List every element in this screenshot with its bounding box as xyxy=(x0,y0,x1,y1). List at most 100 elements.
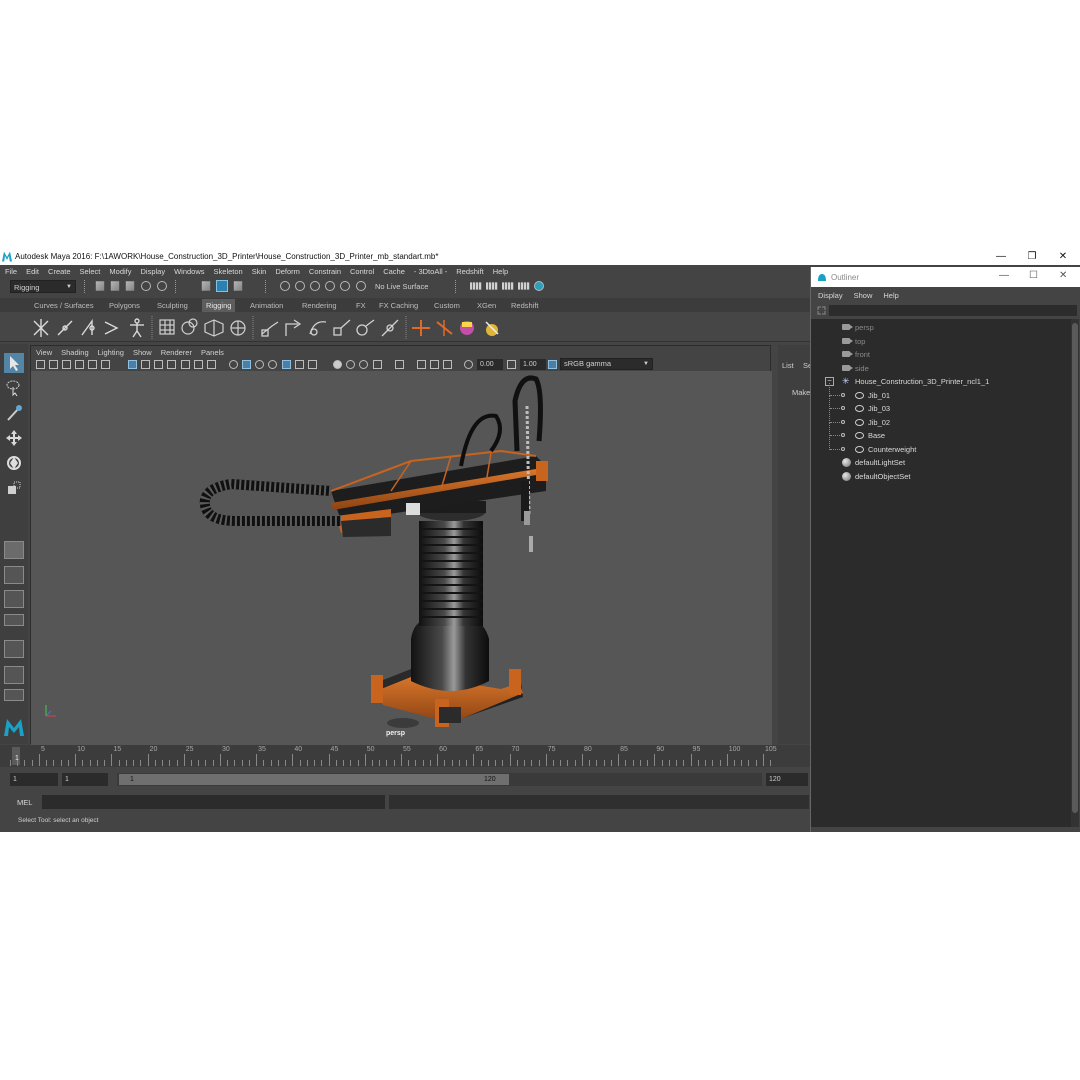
single-perspective-layout-button[interactable] xyxy=(4,541,24,559)
outliner-scrollbar[interactable] xyxy=(1071,319,1079,827)
multisample-aa-icon[interactable] xyxy=(346,360,355,369)
persp-outliner-layout-button[interactable] xyxy=(4,590,24,608)
exposure-field[interactable]: 0.00 xyxy=(477,359,503,370)
menu-skeleton[interactable]: Skeleton xyxy=(214,267,243,276)
gate-mask-icon[interactable] xyxy=(167,360,176,369)
menu-select[interactable]: Select xyxy=(80,267,101,276)
undo-icon[interactable] xyxy=(141,281,151,291)
menu-create[interactable]: Create xyxy=(48,267,71,276)
expand-dot-icon[interactable] xyxy=(841,446,845,451)
outliner-item[interactable]: persp xyxy=(842,321,874,334)
tab-polygons[interactable]: Polygons xyxy=(105,299,144,312)
bookmarks-icon[interactable] xyxy=(62,360,71,369)
new-scene-icon[interactable] xyxy=(95,281,105,291)
perspective-viewport[interactable]: View Shading Lighting Show Renderer Panels xyxy=(30,345,772,745)
expand-all-icon[interactable] xyxy=(817,306,826,315)
outliner-item[interactable]: defaultObjectSet xyxy=(842,470,910,483)
tab-sculpting[interactable]: Sculpting xyxy=(153,299,192,312)
humanik-icon[interactable] xyxy=(130,318,144,338)
outliner-minimize-button[interactable]: — xyxy=(999,270,1009,281)
color-space-dropdown[interactable]: sRGB gamma ▼ xyxy=(560,358,653,370)
redo-icon[interactable] xyxy=(157,281,167,291)
menu-cache[interactable]: Cache xyxy=(383,267,405,276)
use-all-lights-icon[interactable] xyxy=(282,360,291,369)
joint-tool-icon[interactable] xyxy=(33,319,49,337)
select-by-object-icon[interactable] xyxy=(216,280,228,292)
insert-joint-icon[interactable] xyxy=(104,321,119,335)
snap-surface-icon[interactable] xyxy=(340,281,350,291)
minimize-window-button[interactable]: — xyxy=(986,248,1016,265)
render-current-frame-icon[interactable] xyxy=(470,282,482,290)
select-by-component-icon[interactable] xyxy=(233,281,243,291)
grid-toggle-icon[interactable] xyxy=(128,360,137,369)
viewport-menu-show[interactable]: Show xyxy=(133,348,152,357)
gamma-field[interactable]: 1.00 xyxy=(520,359,546,370)
hypershade-icon[interactable] xyxy=(518,282,530,290)
redshift-render-icon[interactable] xyxy=(534,281,544,291)
select-camera-icon[interactable] xyxy=(36,360,45,369)
range-slider-handle[interactable] xyxy=(119,774,509,785)
ipr-render-icon[interactable] xyxy=(486,282,498,290)
outliner-item[interactable]: side xyxy=(842,362,869,375)
outliner-tree[interactable]: persp top front side − ✳ House_Construction_3D… xyxy=(811,319,1071,827)
orient-constraint-icon[interactable] xyxy=(309,321,327,336)
grease-pencil-icon[interactable] xyxy=(88,360,97,369)
outliner-scroll-thumb[interactable] xyxy=(1072,323,1078,813)
scale-tool[interactable] xyxy=(4,478,24,498)
persp-hypershade-layout-button[interactable] xyxy=(4,640,24,658)
field-chart-icon[interactable] xyxy=(181,360,190,369)
playback-start-field[interactable]: 1 xyxy=(62,773,108,786)
menu-help[interactable]: Help xyxy=(493,267,508,276)
four-view-layout-button[interactable] xyxy=(4,566,24,584)
gamma-icon[interactable] xyxy=(507,360,516,369)
snap-grid-icon[interactable] xyxy=(280,281,290,291)
rotate-tool[interactable] xyxy=(4,453,24,473)
safe-title-icon[interactable] xyxy=(207,360,216,369)
image-plane-icon[interactable] xyxy=(75,360,84,369)
tab-fx[interactable]: FX xyxy=(352,299,370,312)
shadows-icon[interactable] xyxy=(295,360,304,369)
viewport-menu-panels[interactable]: Panels xyxy=(201,348,224,357)
expand-dot-icon[interactable] xyxy=(841,433,845,437)
extra-layout-button[interactable] xyxy=(4,689,24,701)
menu-file[interactable]: File xyxy=(5,267,17,276)
x-ray-active-icon[interactable] xyxy=(417,360,426,369)
cluster-icon[interactable] xyxy=(181,318,198,335)
outliner-item[interactable]: ✳ House_Construction_3D_Printer_ncl1_1 xyxy=(842,375,989,388)
mirror-weights-icon[interactable] xyxy=(485,321,499,336)
live-surface-label[interactable]: No Live Surface xyxy=(375,282,428,291)
snap-vertex-icon[interactable] xyxy=(356,281,366,291)
menu-deform[interactable]: Deform xyxy=(275,267,300,276)
custom-layout-button[interactable] xyxy=(4,666,24,684)
safe-action-icon[interactable] xyxy=(194,360,203,369)
outliner-menu-help[interactable]: Help xyxy=(883,291,898,300)
outliner-item[interactable]: Jib_03 xyxy=(855,402,890,415)
select-by-hierarchy-icon[interactable] xyxy=(201,281,211,291)
menu-control[interactable]: Control xyxy=(350,267,374,276)
wrap-deformer-icon[interactable] xyxy=(204,319,224,337)
outliner-item[interactable]: Base xyxy=(855,429,885,442)
outliner-item[interactable]: Jib_01 xyxy=(855,389,890,402)
resolution-gate-icon[interactable] xyxy=(154,360,163,369)
tab-xgen[interactable]: XGen xyxy=(473,299,500,312)
animation-start-field[interactable]: 1 xyxy=(10,773,58,786)
viewport-menu-shading[interactable]: Shading xyxy=(61,348,89,357)
detach-skin-icon[interactable] xyxy=(436,320,453,336)
viewport-menu-renderer[interactable]: Renderer xyxy=(161,348,192,357)
outliner-menu-display[interactable]: Display xyxy=(818,291,843,300)
isolate-select-icon[interactable] xyxy=(373,360,382,369)
select-tool[interactable] xyxy=(4,353,24,373)
menu-skin[interactable]: Skin xyxy=(252,267,267,276)
menu-display[interactable]: Display xyxy=(141,267,166,276)
animation-end-field[interactable]: 120 xyxy=(766,773,808,786)
expand-dot-icon[interactable] xyxy=(841,406,845,410)
outliner-item[interactable]: Jib_02 xyxy=(855,416,890,429)
outliner-item[interactable]: Counterweight xyxy=(855,443,916,456)
bind-skin-icon[interactable] xyxy=(412,320,430,336)
viewport-menu-lighting[interactable]: Lighting xyxy=(98,348,124,357)
motion-blur-icon[interactable] xyxy=(333,360,342,369)
depth-of-field-icon[interactable] xyxy=(359,360,368,369)
tab-custom[interactable]: Custom xyxy=(430,299,464,312)
film-gate-icon[interactable] xyxy=(141,360,150,369)
expand-dot-icon[interactable] xyxy=(841,419,845,424)
